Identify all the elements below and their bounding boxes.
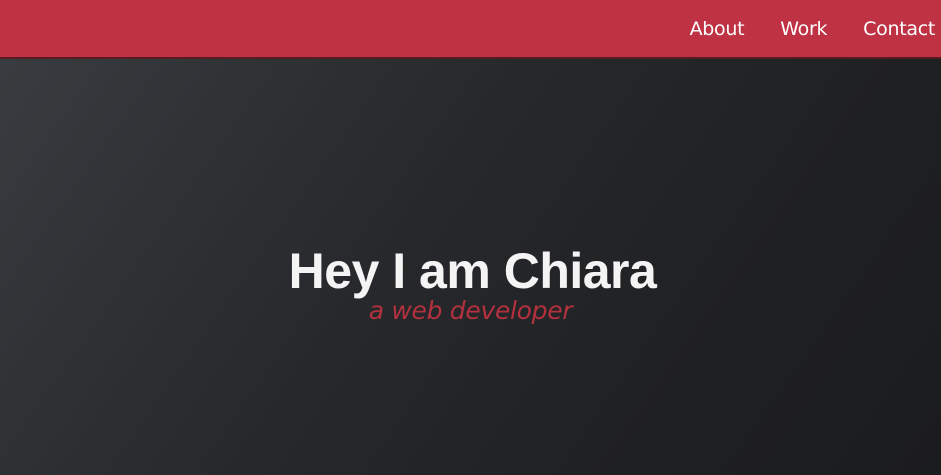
page: About Work Contact Hey I am Chiara a web…: [0, 0, 941, 475]
hero-subtitle: a web developer: [368, 296, 573, 325]
nav-link-contact[interactable]: Contact: [863, 18, 935, 40]
navbar: About Work Contact: [0, 0, 941, 59]
hero-section: Hey I am Chiara a web developer: [0, 240, 941, 328]
nav-link-work[interactable]: Work: [780, 18, 827, 40]
hero-title: Hey I am Chiara: [288, 243, 657, 299]
nav-link-about[interactable]: About: [690, 18, 745, 40]
nav-links: About Work Contact: [690, 0, 936, 57]
